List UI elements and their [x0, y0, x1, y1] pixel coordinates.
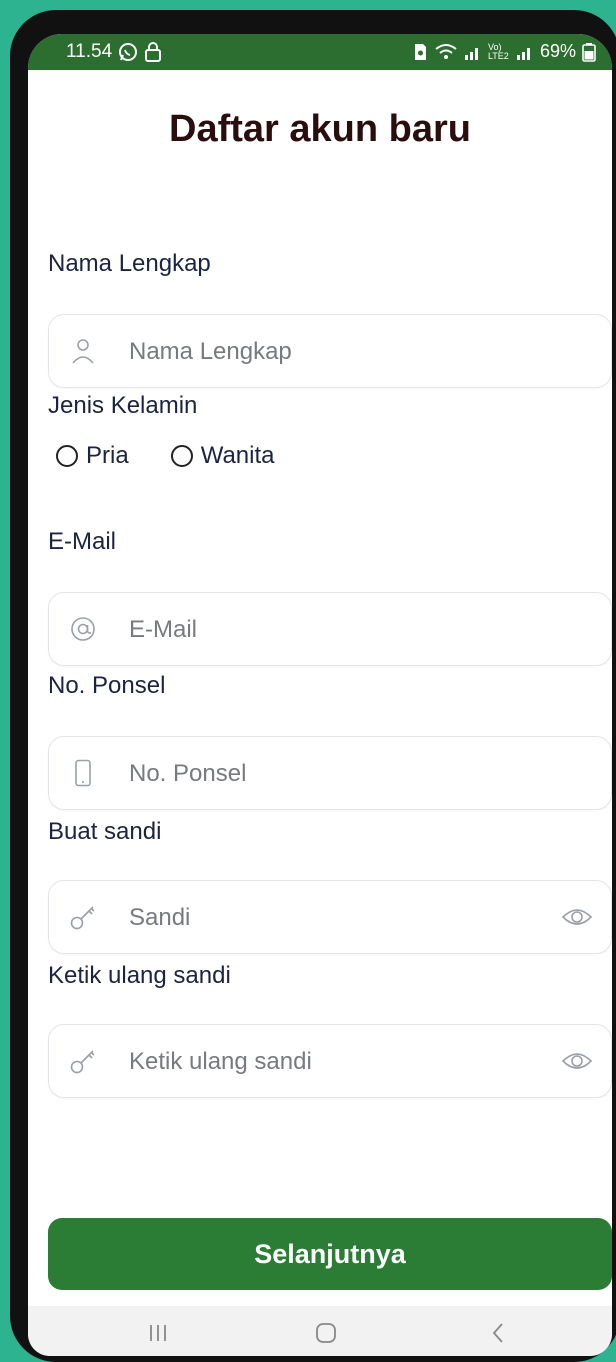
- navigation-bar: [28, 1306, 612, 1356]
- password-field[interactable]: [48, 880, 612, 955]
- gender-option-label: Wanita: [200, 442, 275, 469]
- eye-icon[interactable]: [561, 903, 593, 931]
- status-time: 11.54: [66, 41, 113, 62]
- signal-icon-2: [516, 47, 530, 60]
- radio-unchecked-icon[interactable]: [170, 445, 193, 467]
- phone-input[interactable]: [127, 737, 511, 811]
- radio-unchecked-icon[interactable]: [56, 445, 78, 467]
- status-right: Vo) LTE2 69%: [412, 41, 596, 62]
- status-bar: 11.54 Vo) LTE2 69%: [28, 34, 612, 70]
- gender-radio-group: Pria Wanita: [56, 442, 317, 470]
- gender-option-pria[interactable]: Pria: [56, 442, 129, 470]
- at-icon: [71, 617, 95, 641]
- lock-icon: [145, 42, 162, 62]
- phone-icon: [75, 759, 91, 787]
- password-confirm-input[interactable]: [127, 1025, 511, 1099]
- network-label: Vo) LTE2: [487, 41, 509, 61]
- full-name-input[interactable]: [127, 315, 511, 389]
- phone-field[interactable]: [48, 736, 612, 811]
- home-icon[interactable]: [311, 1318, 341, 1348]
- eye-icon[interactable]: [561, 1047, 593, 1075]
- key-icon: [70, 1050, 95, 1074]
- password-confirm-field[interactable]: [48, 1024, 612, 1099]
- phone-label: No. Ponsel: [48, 672, 166, 699]
- password-label: Buat sandi: [48, 818, 162, 845]
- email-input[interactable]: [127, 593, 511, 667]
- battery-percentage: 69%: [539, 41, 576, 61]
- wifi-icon: [435, 43, 457, 59]
- email-field[interactable]: [48, 592, 612, 667]
- password-confirm-label: Ketik ulang sandi: [48, 962, 231, 989]
- app-screen: 11.54 Vo) LTE2 69% Daftar akun baru Nama…: [28, 34, 612, 1356]
- full-name-label: Nama Lengkap: [48, 250, 211, 277]
- email-label: E-Mail: [48, 528, 117, 555]
- page-title: Daftar akun baru: [169, 108, 471, 150]
- gender-option-wanita[interactable]: Wanita: [170, 442, 275, 470]
- battery-icon: [582, 42, 596, 62]
- user-icon: [72, 339, 94, 364]
- phone-frame: 11.54 Vo) LTE2 69% Daftar akun baru Nama…: [10, 10, 616, 1362]
- gender-label: Jenis Kelamin: [48, 392, 198, 419]
- full-name-field[interactable]: [48, 314, 612, 389]
- recent-apps-icon[interactable]: [143, 1318, 173, 1348]
- next-button[interactable]: Selanjutnya: [48, 1218, 612, 1290]
- sim-alert-icon: [414, 43, 426, 60]
- status-left: 11.54: [66, 41, 162, 63]
- back-icon[interactable]: [483, 1318, 513, 1348]
- gender-option-label: Pria: [86, 442, 129, 469]
- signal-icon: [464, 47, 478, 60]
- key-icon: [70, 906, 95, 930]
- password-input[interactable]: [127, 881, 511, 955]
- whatsapp-icon: [119, 43, 138, 61]
